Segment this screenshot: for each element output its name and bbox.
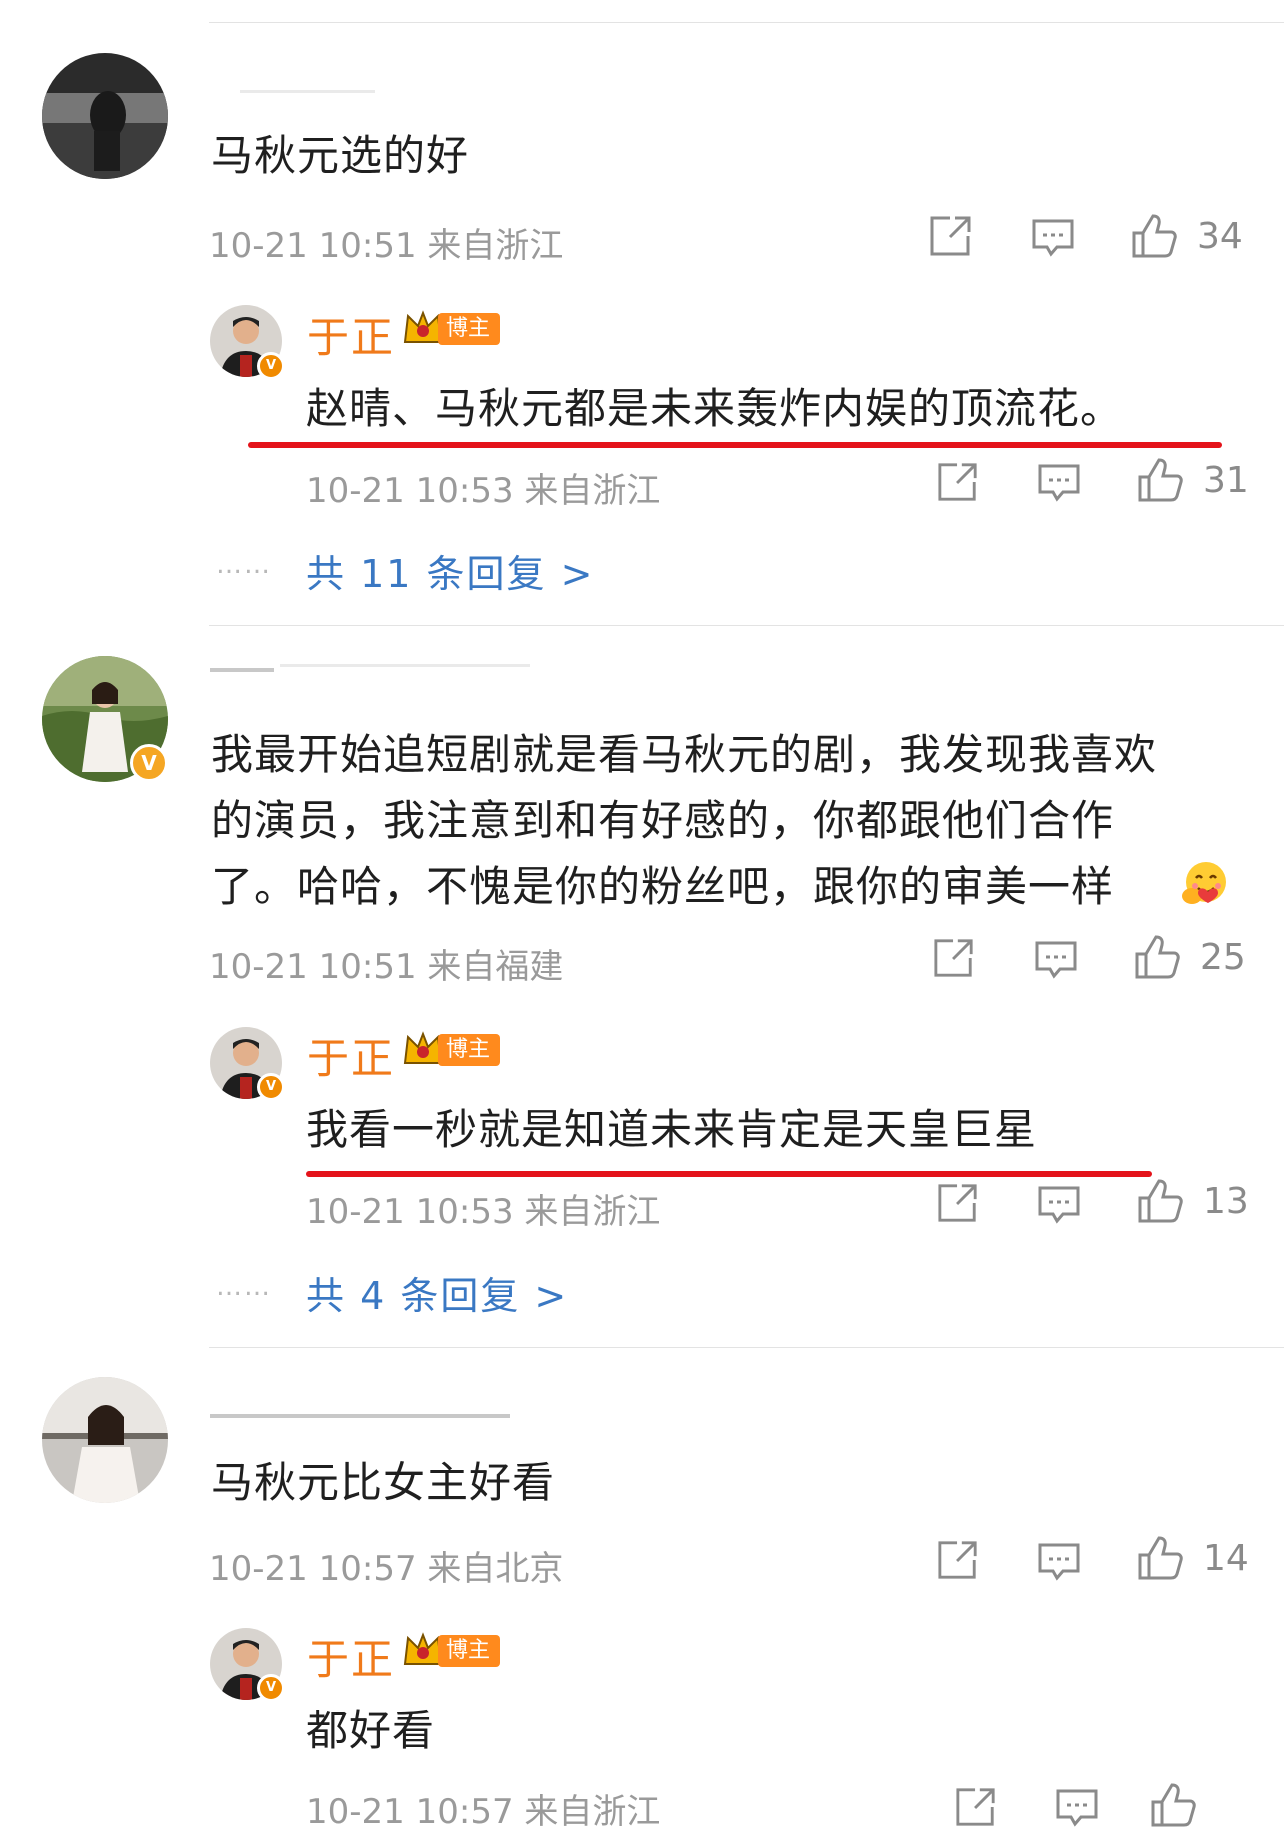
like-count: 34	[1197, 216, 1243, 257]
comment-text: 我最开始追短剧就是看马秋元的剧，我发现我喜欢 的演员，我注意到和有好感的，你都跟…	[211, 722, 1251, 920]
reply-text: 我看一秒就是知道未来肯定是天皇巨星	[306, 1105, 1038, 1154]
comment-line: 了。哈哈，不愧是你的粉丝吧，跟你的审美一样	[211, 862, 1115, 911]
reply-text: 赵晴、马秋元都是未来轰炸内娱的顶流花。	[306, 384, 1124, 433]
comment-time: 10-21 10:51 来自福建	[209, 947, 564, 987]
blogger-badge: 博主	[402, 1632, 501, 1670]
avatar[interactable]	[42, 53, 168, 179]
share-icon[interactable]	[928, 214, 974, 258]
comment-icon[interactable]	[1034, 940, 1078, 980]
like-icon[interactable]	[1137, 1178, 1185, 1224]
reply-author[interactable]: 于正	[307, 304, 395, 365]
verified-badge: V	[130, 744, 168, 782]
comment-icon[interactable]	[1055, 1788, 1099, 1828]
comment-icon[interactable]	[1037, 1542, 1081, 1582]
reply-time: 10-21 10:53 来自浙江	[306, 1192, 661, 1232]
like-icon[interactable]	[1134, 934, 1182, 980]
comment-icon[interactable]	[1031, 218, 1075, 258]
blogger-tag: 博主	[438, 1034, 501, 1066]
reply-author[interactable]: 于正	[307, 1626, 395, 1687]
like-icon[interactable]	[1131, 213, 1179, 259]
share-icon[interactable]	[936, 1182, 980, 1224]
comment-time: 10-21 10:51 来自浙江	[209, 226, 564, 266]
share-icon[interactable]	[936, 1539, 980, 1581]
blogger-badge: 博主	[402, 310, 501, 348]
verified-badge: V	[257, 352, 285, 380]
username-redacted	[210, 1414, 510, 1418]
comment-line: 我最开始追短剧就是看马秋元的剧，我发现我喜欢	[211, 730, 1158, 779]
comment-time: 10-21 10:57 来自北京	[209, 1549, 564, 1589]
verified-badge: V	[257, 1073, 285, 1101]
verified-badge: V	[257, 1674, 285, 1702]
like-icon[interactable]	[1150, 1782, 1198, 1828]
more-replies-link[interactable]: 共 11 条回复 >	[306, 543, 594, 598]
reply-time: 10-21 10:53 来自浙江	[306, 471, 661, 511]
like-count: 25	[1200, 937, 1246, 978]
like-count: 13	[1203, 1181, 1249, 1222]
reply-author[interactable]: 于正	[307, 1025, 395, 1086]
divider	[209, 1347, 1284, 1348]
avatar[interactable]	[42, 1377, 168, 1503]
share-icon[interactable]	[932, 937, 976, 979]
comment-text: 马秋元选的好	[211, 131, 470, 180]
red-underline	[306, 1171, 1152, 1177]
username-redacted	[210, 668, 274, 672]
share-icon[interactable]	[936, 461, 980, 503]
like-count: 14	[1203, 1538, 1249, 1579]
dots: ……	[216, 1272, 272, 1302]
divider	[209, 22, 1284, 23]
blogger-badge: 博主	[402, 1031, 501, 1069]
share-icon[interactable]	[954, 1786, 998, 1828]
comment-icon[interactable]	[1037, 463, 1081, 503]
comment-line: 的演员，我注意到和有好感的，你都跟他们合作	[211, 796, 1115, 845]
reply-time: 10-21 10:57 来自浙江	[306, 1792, 661, 1832]
comment-icon[interactable]	[1037, 1185, 1081, 1225]
like-icon[interactable]	[1137, 457, 1185, 503]
username-redacted	[280, 664, 530, 667]
blogger-tag: 博主	[438, 313, 501, 345]
blogger-tag: 博主	[438, 1635, 501, 1667]
more-replies-link[interactable]: 共 4 条回复 >	[306, 1265, 568, 1320]
red-underline	[248, 442, 1222, 448]
divider	[209, 625, 1284, 626]
like-count: 31	[1203, 460, 1249, 501]
comment-text: 马秋元比女主好看	[211, 1458, 556, 1507]
dots: ……	[216, 550, 272, 580]
reply-text: 都好看	[306, 1706, 436, 1755]
hug-emoji	[1182, 862, 1226, 904]
like-icon[interactable]	[1137, 1535, 1185, 1581]
username-redacted	[240, 90, 375, 93]
